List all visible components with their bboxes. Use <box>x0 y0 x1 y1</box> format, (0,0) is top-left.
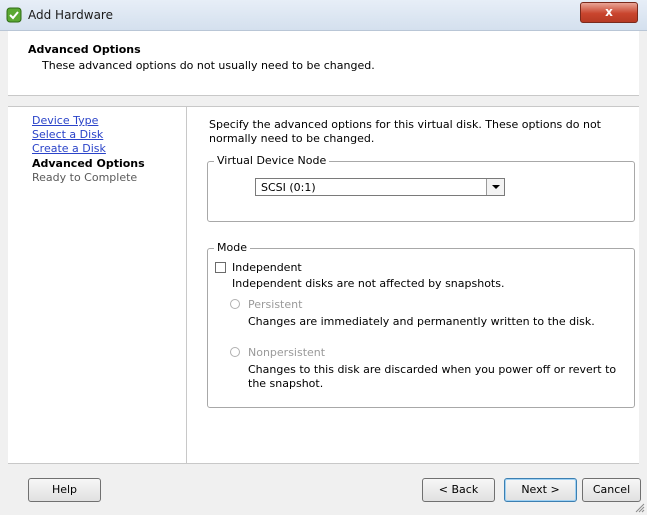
nonpersistent-description: Changes to this disk are discarded when … <box>248 363 617 390</box>
cancel-button[interactable]: Cancel <box>582 478 641 502</box>
page-title: Advanced Options <box>28 43 141 56</box>
nonpersistent-label[interactable]: Nonpersistent <box>248 346 325 360</box>
nav-item-create-a-disk[interactable]: Create a Disk <box>32 142 106 156</box>
nav-item-advanced-options: Advanced Options <box>32 157 145 170</box>
virtual-device-node-select[interactable]: SCSI (0:1) <box>255 178 505 196</box>
persistent-label[interactable]: Persistent <box>248 298 302 312</box>
independent-label[interactable]: Independent <box>232 261 302 275</box>
page-subtitle: These advanced options do not usually ne… <box>42 59 375 72</box>
close-button[interactable]: x <box>580 2 638 23</box>
nav-item-device-type[interactable]: Device Type <box>32 114 98 128</box>
nonpersistent-radio[interactable] <box>230 347 240 357</box>
wizard-header: Advanced Options These advanced options … <box>8 31 639 96</box>
next-button[interactable]: Next > <box>504 478 577 502</box>
persistent-description: Changes are immediately and permanently … <box>248 315 595 328</box>
resize-grip-icon[interactable] <box>635 503 645 513</box>
independent-description: Independent disks are not affected by sn… <box>232 277 505 290</box>
wizard-steps-nav: Device Type Select a Disk Create a Disk … <box>8 107 187 463</box>
back-button[interactable]: < Back <box>422 478 495 502</box>
mode-legend: Mode <box>214 241 250 254</box>
wizard-content: Device Type Select a Disk Create a Disk … <box>8 106 639 464</box>
independent-checkbox[interactable] <box>215 262 226 273</box>
mode-group: Mode Independent Independent disks are n… <box>207 241 635 408</box>
persistent-radio[interactable] <box>230 299 240 309</box>
chevron-down-icon[interactable] <box>486 179 504 195</box>
nav-item-ready-to-complete: Ready to Complete <box>32 171 138 184</box>
virtual-device-node-value: SCSI (0:1) <box>261 181 316 194</box>
close-icon: x <box>605 5 613 19</box>
virtual-device-node-legend: Virtual Device Node <box>214 154 330 167</box>
add-hardware-dialog: Add Hardware x Advanced Options These ad… <box>0 0 647 515</box>
nav-item-select-a-disk[interactable]: Select a Disk <box>32 128 103 142</box>
virtual-device-node-group: Virtual Device Node SCSI (0:1) <box>207 154 635 222</box>
add-hardware-icon <box>6 7 22 23</box>
instructions-text: Specify the advanced options for this vi… <box>209 118 601 145</box>
title-bar: Add Hardware x <box>0 0 647 31</box>
help-button[interactable]: Help <box>28 478 101 502</box>
window-title: Add Hardware <box>28 8 113 22</box>
